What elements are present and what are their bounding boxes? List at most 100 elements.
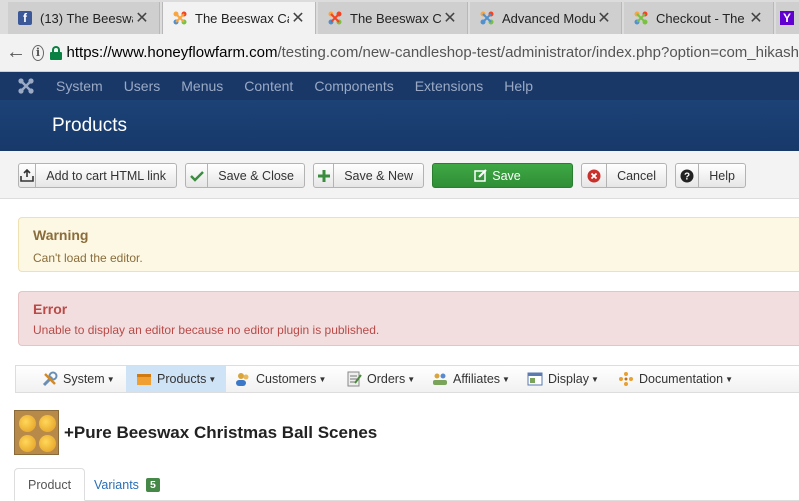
- hika-menu-display[interactable]: Display ▼: [527, 366, 599, 392]
- chevron-down-icon: ▼: [591, 374, 599, 384]
- admin-menu-users[interactable]: Users: [124, 78, 161, 94]
- warning-message: Can't load the editor.: [33, 251, 143, 265]
- url-host: https://www.honeyflowfarm.com: [66, 44, 278, 61]
- admin-menu-bar: System Users Menus Content Components Ex…: [0, 72, 799, 100]
- save-close-button[interactable]: Save & Close: [185, 163, 305, 188]
- hika-menu-products[interactable]: Products ▼: [126, 366, 227, 392]
- orders-icon: [347, 371, 362, 387]
- hika-menu-label: System: [63, 372, 105, 386]
- admin-menu-help[interactable]: Help: [504, 78, 533, 94]
- close-icon[interactable]: ✕: [133, 8, 151, 28]
- error-title: Error: [33, 301, 68, 317]
- url-field[interactable]: https://www.honeyflowfarm.com/testing.co…: [67, 44, 799, 61]
- plus-icon: [314, 164, 335, 187]
- chevron-down-icon: ▼: [725, 374, 733, 384]
- display-icon: [527, 372, 543, 386]
- save-new-label: Save & New: [344, 168, 413, 183]
- add-to-cart-html-link-button[interactable]: Add to cart HTML link: [18, 163, 177, 188]
- back-arrow-icon[interactable]: ←: [6, 41, 26, 64]
- admin-menu-content[interactable]: Content: [244, 78, 293, 94]
- close-icon[interactable]: ✕: [595, 8, 613, 28]
- cancel-circle-icon: [582, 164, 608, 187]
- save-new-button[interactable]: Save & New: [313, 163, 424, 188]
- page-header: Products: [0, 100, 799, 151]
- hika-menu-affiliates[interactable]: Affiliates ▼: [432, 366, 510, 392]
- product-title: +Pure Beeswax Christmas Ball Scenes: [64, 423, 378, 442]
- cancel-button[interactable]: Cancel: [581, 163, 667, 188]
- browser-tab-strip: f (13) The Beeswa ✕ The Beeswax Ca ✕ The…: [0, 0, 799, 34]
- save-close-label: Save & Close: [218, 168, 294, 183]
- hika-menu-system[interactable]: System ▼: [42, 366, 115, 392]
- question-circle-icon: ?: [676, 164, 700, 187]
- browser-tab-advanced-modules[interactable]: Advanced Modu ✕: [470, 2, 622, 34]
- joomla-icon: [173, 11, 187, 25]
- tab-variants[interactable]: Variants 5: [81, 468, 173, 501]
- admin-menu-menus[interactable]: Menus: [181, 78, 223, 94]
- browser-tab-checkout[interactable]: Checkout - The ✕: [624, 2, 774, 34]
- affiliates-icon: [433, 373, 447, 385]
- facebook-icon: f: [18, 11, 32, 25]
- admin-menu-system[interactable]: System: [56, 78, 103, 94]
- admin-menu-components[interactable]: Components: [314, 78, 393, 94]
- error-alert: Error Unable to display an editor becaus…: [18, 291, 799, 346]
- warning-alert: Warning Can't load the editor.: [18, 217, 799, 272]
- close-icon[interactable]: ✕: [747, 8, 765, 28]
- product-thumbnail[interactable]: [14, 410, 59, 455]
- chevron-down-icon: ▼: [106, 374, 115, 384]
- hikashop-menu: System ▼ Products ▼ Customers ▼ Orders ▼ Aff…: [15, 365, 799, 393]
- yahoo-icon: Y: [780, 11, 794, 25]
- documentation-icon: [619, 372, 633, 386]
- browser-tab-title: (13) The Beeswa: [40, 10, 133, 26]
- tab-variants-label: Variants: [94, 477, 139, 492]
- tab-product-label: Product: [28, 477, 72, 492]
- upload-icon: [19, 164, 37, 187]
- close-icon[interactable]: ✕: [441, 8, 459, 28]
- browser-tab-facebook[interactable]: f (13) The Beeswa ✕: [8, 2, 160, 34]
- browser-tab-title: Checkout - The: [656, 10, 745, 26]
- hika-menu-customers[interactable]: Customers ▼: [235, 366, 326, 392]
- check-icon: [186, 164, 209, 187]
- cancel-label: Cancel: [617, 168, 656, 183]
- help-button[interactable]: ? Help: [675, 163, 746, 188]
- product-tabs: Product Variants 5: [14, 468, 799, 501]
- tab-product[interactable]: Product: [14, 468, 86, 501]
- browser-tab-yahoo[interactable]: Y: [776, 2, 799, 34]
- hika-menu-orders[interactable]: Orders ▼: [346, 366, 415, 392]
- help-label: Help: [709, 168, 735, 183]
- browser-tab-title: The Beeswax Ca: [195, 10, 289, 26]
- page-title: Products: [52, 115, 127, 136]
- hika-menu-label: Products: [157, 372, 207, 386]
- hika-menu-label: Display: [548, 372, 589, 386]
- toolbar: Add to cart HTML link Save & Close Save …: [0, 151, 799, 199]
- error-message: Unable to display an editor because no e…: [33, 323, 380, 337]
- save-label: Save: [492, 168, 521, 183]
- joomla-icon: [480, 11, 494, 25]
- url-path: /testing.com/new-candleshop-test/adminis…: [277, 44, 799, 61]
- variants-count-badge: 5: [145, 477, 160, 492]
- chevron-down-icon: ▼: [407, 374, 416, 384]
- browser-tab-title: Advanced Modu: [502, 10, 595, 26]
- joomla-icon: [634, 11, 648, 25]
- chevron-down-icon: ▼: [318, 374, 327, 384]
- chevron-down-icon: ▼: [502, 374, 510, 384]
- joomla-icon: [328, 11, 342, 25]
- admin-menu-extensions[interactable]: Extensions: [415, 78, 483, 94]
- svg-text:?: ?: [684, 171, 690, 182]
- warning-title: Warning: [33, 227, 89, 243]
- edit-icon: [474, 169, 487, 182]
- save-button[interactable]: Save: [432, 163, 573, 188]
- hika-menu-label: Orders: [367, 372, 406, 386]
- close-icon[interactable]: ✕: [289, 8, 307, 28]
- add-to-cart-label: Add to cart HTML link: [46, 168, 166, 183]
- joomla-logo-icon[interactable]: [18, 78, 34, 94]
- browser-tab-title: The Beeswax Ca: [350, 10, 441, 26]
- hika-menu-documentation[interactable]: Documentation ▼: [618, 366, 733, 392]
- hika-menu-label: Documentation: [639, 372, 724, 386]
- info-icon[interactable]: i: [32, 44, 44, 61]
- hika-menu-label: Customers: [256, 372, 317, 386]
- tools-icon: [42, 371, 58, 387]
- lock-icon: [49, 45, 62, 60]
- browser-tab-beeswax[interactable]: The Beeswax Ca ✕: [318, 2, 468, 34]
- browser-tab-beeswax-active[interactable]: The Beeswax Ca ✕: [162, 2, 316, 34]
- address-bar: ← i https://www.honeyflowfarm.com/testin…: [0, 34, 799, 72]
